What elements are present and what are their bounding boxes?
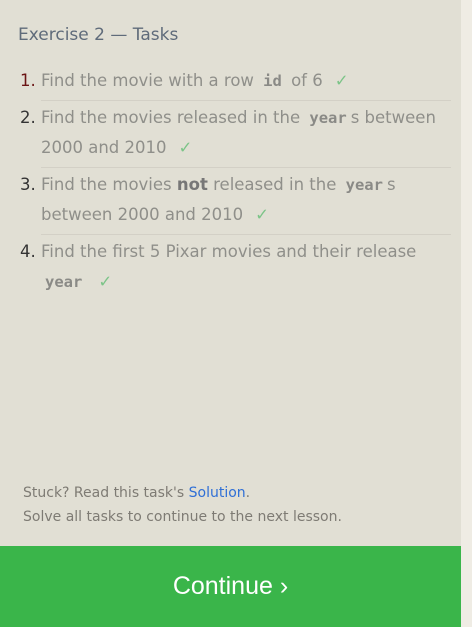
task-item: 3. Find the movies not released in the y… bbox=[20, 167, 451, 234]
task-text: Find the first 5 Pixar movies and their … bbox=[41, 242, 417, 291]
task-item: 4. Find the first 5 Pixar movies and the… bbox=[20, 234, 451, 301]
exercise-title: Exercise 2 — Tasks bbox=[18, 25, 179, 45]
task-number: 2. bbox=[20, 108, 36, 127]
task-number: 3. bbox=[20, 175, 36, 194]
task-text: Find the movies released in the year s be… bbox=[41, 108, 436, 157]
check-icon: ✓ bbox=[178, 138, 193, 157]
footer-help: Stuck? Read this task's Solution. Solve … bbox=[23, 481, 342, 529]
check-icon: ✓ bbox=[334, 71, 349, 90]
task-number: 4. bbox=[20, 242, 36, 261]
task-list: 1. Find the movie with a row id of 6 ✓ 2.… bbox=[20, 64, 451, 301]
tasks-panel: Exercise 2 — Tasks 1. Find the movie wit… bbox=[0, 0, 461, 546]
task-item: 1. Find the movie with a row id of 6 ✓ bbox=[20, 64, 451, 100]
task-number: 1. bbox=[20, 71, 36, 90]
task-text: Find the movies not released in the year… bbox=[41, 175, 396, 224]
check-icon: ✓ bbox=[98, 272, 113, 291]
check-icon: ✓ bbox=[255, 205, 269, 224]
task-text: Find the movie with a row id of 6 ✓ bbox=[41, 71, 349, 90]
task-item: 2. Find the movies released in the year s… bbox=[20, 100, 451, 167]
stuck-text: Stuck? Read this task's bbox=[23, 485, 189, 501]
continue-button[interactable]: Continue › bbox=[0, 546, 461, 627]
solution-link[interactable]: Solution bbox=[189, 485, 246, 501]
hint-text: Solve all tasks to continue to the next … bbox=[23, 509, 342, 525]
stuck-suffix: . bbox=[245, 485, 251, 501]
